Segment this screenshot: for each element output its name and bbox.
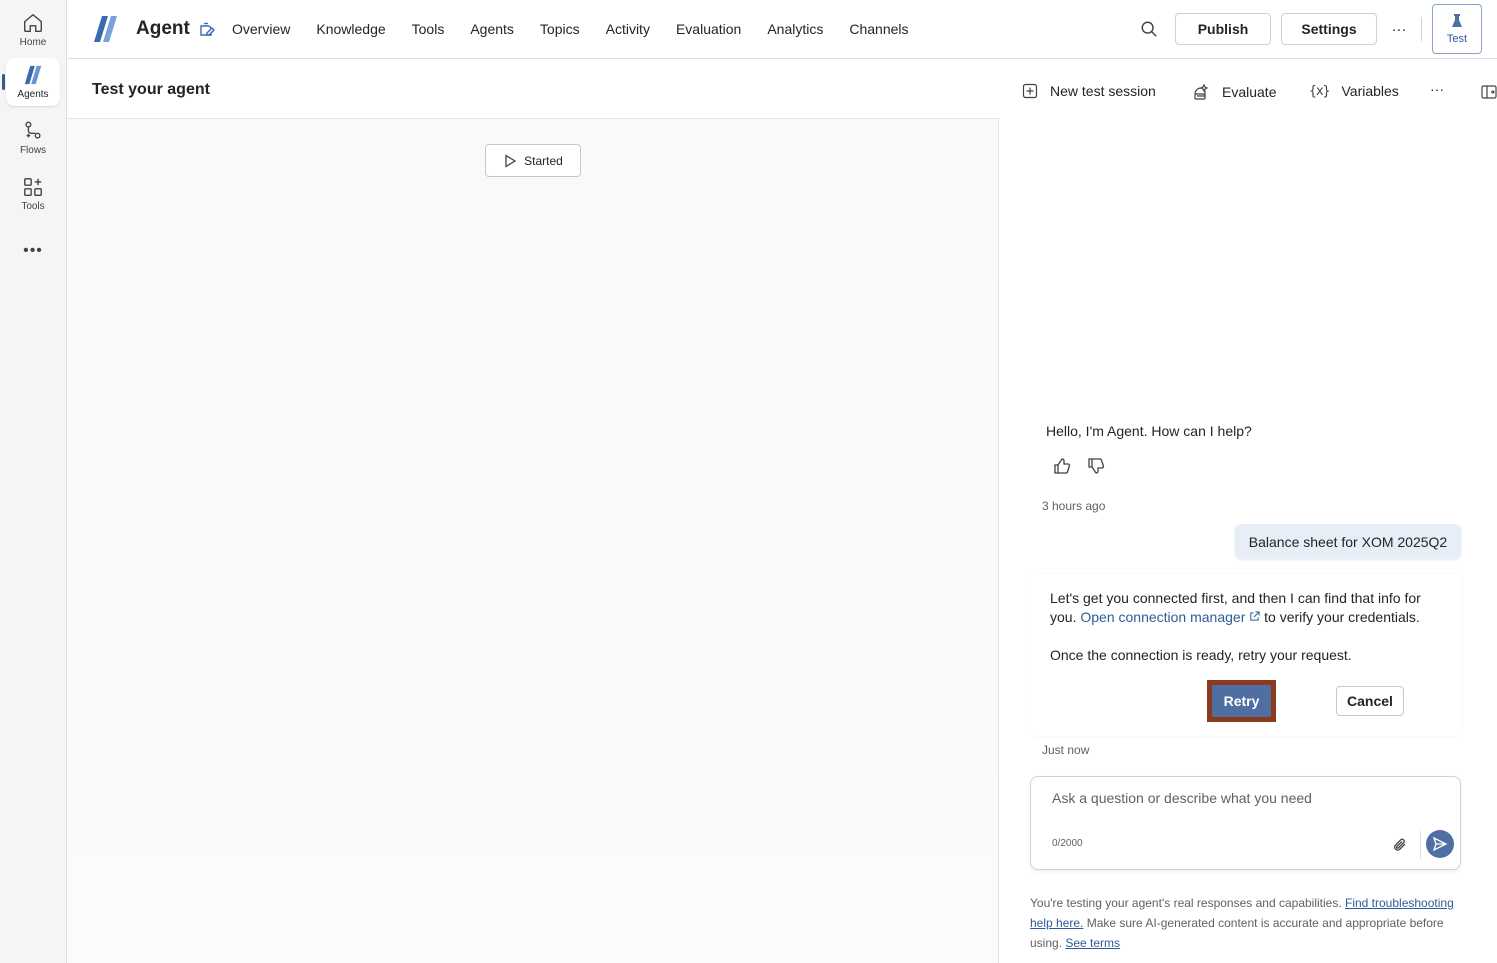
- reply-part2: to verify your credentials.: [1260, 609, 1420, 625]
- search-icon: [1141, 21, 1157, 37]
- add-square-icon: [1022, 83, 1038, 99]
- agent-logo-icon: [94, 16, 117, 42]
- top-bar: Agent Overview Knowledge Tools Agents To…: [68, 0, 1497, 59]
- evaluate-button[interactable]: Evaluate: [1192, 83, 1276, 101]
- test-button-label: Test: [1446, 33, 1468, 45]
- edit-agent-icon[interactable]: [196, 20, 216, 40]
- external-link-icon: [1250, 611, 1260, 621]
- connection-link-label: Open connection manager: [1080, 609, 1246, 625]
- reply-timestamp: Just now: [1042, 743, 1090, 757]
- nav-analytics[interactable]: Analytics: [767, 21, 823, 37]
- disclaimer-part1: You're testing your agent's real respons…: [1030, 896, 1345, 910]
- agents-icon: [24, 65, 42, 85]
- reply-text: Let's get you connected first, and then …: [1050, 589, 1445, 627]
- nav-agents[interactable]: Agents: [470, 21, 514, 37]
- thumbs-up-icon: [1054, 458, 1071, 474]
- started-label: Started: [524, 153, 563, 168]
- thumbs-up-button[interactable]: [1051, 455, 1073, 477]
- panel-dock-button[interactable]: [1481, 85, 1497, 99]
- thumbs-down-icon: [1088, 458, 1105, 474]
- nav-knowledge[interactable]: Knowledge: [316, 21, 385, 37]
- send-button[interactable]: [1426, 830, 1454, 858]
- bot-greeting: Hello, I'm Agent. How can I help?: [1046, 423, 1252, 439]
- send-icon: [1432, 836, 1448, 852]
- test-button[interactable]: Test: [1432, 4, 1482, 54]
- new-test-session-label: New test session: [1050, 83, 1156, 99]
- home-icon: [24, 13, 42, 32]
- composer-divider: [1420, 831, 1421, 859]
- attach-button[interactable]: [1388, 833, 1412, 857]
- flows-icon: [25, 121, 41, 139]
- flow-canvas[interactable]: Started: [68, 118, 999, 963]
- nav-overview[interactable]: Overview: [232, 21, 290, 37]
- rail-label-flows: Flows: [19, 145, 47, 156]
- new-test-session-button[interactable]: New test session: [1022, 83, 1156, 99]
- rail-item-home[interactable]: Home: [6, 6, 60, 54]
- rail-item-tools[interactable]: Tools: [6, 170, 60, 218]
- variables-button[interactable]: {x} Variables: [1309, 83, 1399, 99]
- app-name: Agent: [136, 18, 190, 39]
- chat-composer[interactable]: Ask a question or describe what you need…: [1030, 776, 1461, 870]
- dock-panel-icon: [1481, 85, 1497, 99]
- connection-card: Let's get you connected first, and then …: [1030, 574, 1462, 736]
- left-rail: Home Agents Flows Tools •••: [0, 0, 67, 963]
- header-divider: [1421, 17, 1422, 41]
- variables-icon: {x}: [1309, 83, 1331, 99]
- settings-button[interactable]: Settings: [1281, 13, 1377, 45]
- cancel-button[interactable]: Cancel: [1336, 686, 1404, 716]
- nav-channels[interactable]: Channels: [849, 21, 908, 37]
- chat-input[interactable]: Ask a question or describe what you need: [1052, 790, 1312, 806]
- rail-label-home: Home: [19, 37, 47, 48]
- nav-evaluation[interactable]: Evaluation: [676, 21, 741, 37]
- rail-item-flows[interactable]: Flows: [6, 114, 60, 162]
- rail-label-tools: Tools: [21, 201, 45, 212]
- open-connection-manager-link[interactable]: Open connection manager: [1080, 609, 1260, 625]
- evaluate-icon: [1194, 83, 1209, 100]
- char-counter: 0/2000: [1052, 838, 1083, 849]
- test-panel-toolbar: New test session Evaluate {x} Variables …: [1000, 59, 1497, 127]
- see-terms-link[interactable]: See terms: [1065, 936, 1120, 950]
- main-nav: Overview Knowledge Tools Agents Topics A…: [232, 0, 935, 58]
- user-message: Balance sheet for XOM 2025Q2: [1235, 524, 1461, 559]
- disclaimer: You're testing your agent's real respons…: [1030, 893, 1470, 953]
- panel-more-button[interactable]: ···: [1430, 81, 1444, 97]
- rail-label-agents: Agents: [17, 89, 49, 100]
- paperclip-icon: [1394, 838, 1406, 851]
- search-button[interactable]: [1136, 16, 1162, 42]
- retry-highlight: Retry: [1207, 680, 1276, 722]
- reply-line2: Once the connection is ready, retry your…: [1050, 647, 1352, 663]
- play-icon: [505, 153, 517, 168]
- publish-button[interactable]: Publish: [1175, 13, 1271, 45]
- started-node[interactable]: Started: [485, 144, 581, 177]
- thumbs-down-button[interactable]: [1085, 455, 1107, 477]
- greeting-timestamp: 3 hours ago: [1042, 499, 1106, 513]
- retry-button[interactable]: Retry: [1212, 685, 1271, 717]
- nav-tools[interactable]: Tools: [412, 21, 445, 37]
- nav-topics[interactable]: Topics: [540, 21, 580, 37]
- header-more-button[interactable]: ···: [1388, 16, 1410, 42]
- rail-more-button[interactable]: •••: [14, 238, 52, 264]
- tools-icon: [24, 178, 42, 196]
- flask-icon: [1452, 14, 1462, 27]
- rail-item-agents[interactable]: Agents: [6, 58, 60, 106]
- variables-label: Variables: [1341, 83, 1399, 99]
- nav-activity[interactable]: Activity: [606, 21, 650, 37]
- evaluate-label: Evaluate: [1222, 84, 1277, 100]
- active-indicator: [2, 74, 5, 90]
- page-title: Test your agent: [92, 81, 210, 98]
